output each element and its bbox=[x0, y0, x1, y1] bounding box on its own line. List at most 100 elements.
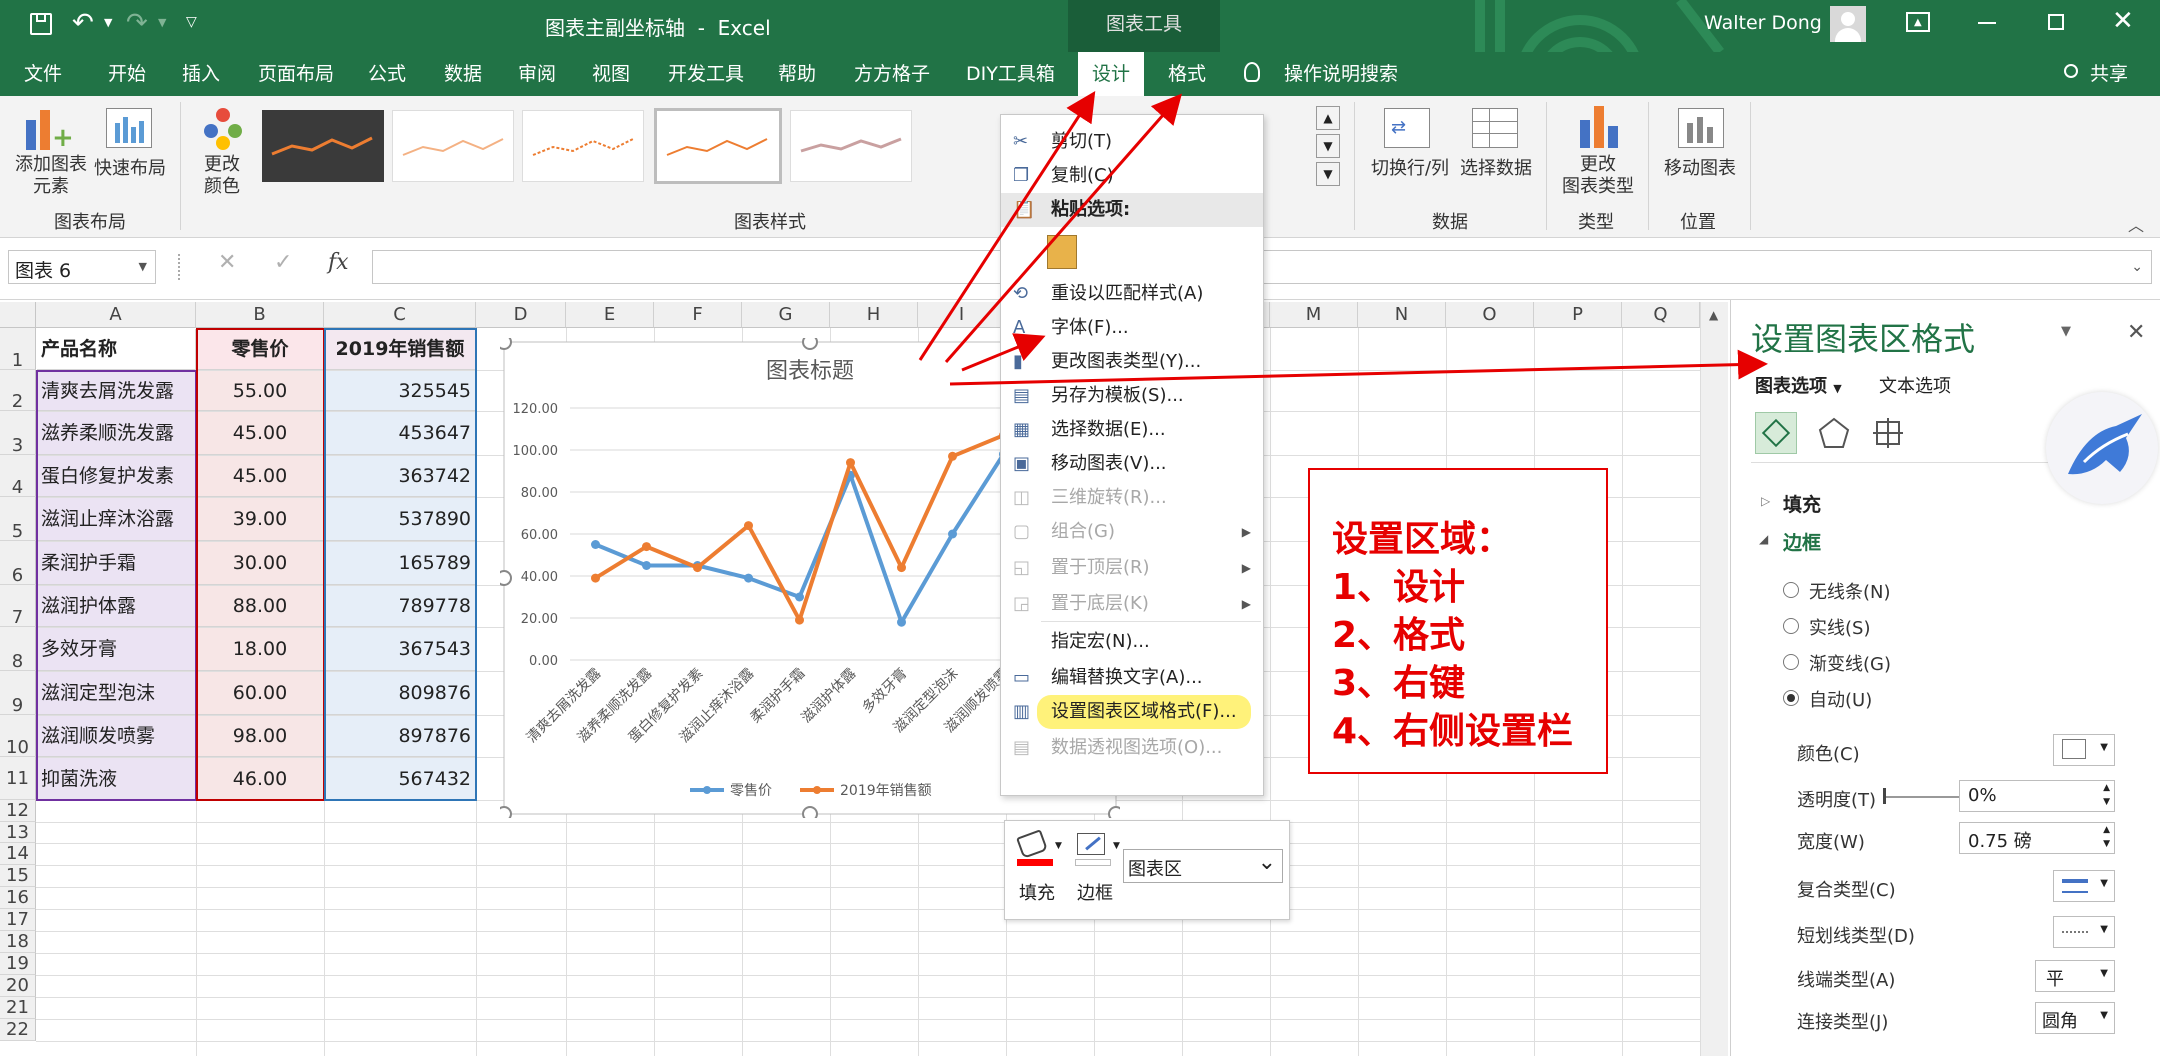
row-header-1[interactable]: 1 bbox=[0, 328, 36, 371]
row-header-2[interactable]: 2 bbox=[0, 370, 36, 412]
context-menu-item[interactable]: ◱ 置于顶层(R) ▶ bbox=[1001, 551, 1263, 585]
row-header-6[interactable]: 6 bbox=[0, 541, 36, 586]
vertical-scrollbar[interactable]: ▲ bbox=[1700, 302, 1728, 1056]
border-label[interactable]: 边框 bbox=[1077, 879, 1113, 905]
column-header-Q[interactable]: Q bbox=[1622, 302, 1700, 328]
resize-handle[interactable] bbox=[802, 806, 818, 818]
row-header-5[interactable]: 5 bbox=[0, 497, 36, 542]
chart-style-5[interactable] bbox=[790, 110, 912, 182]
column-header-F[interactable]: F bbox=[654, 302, 742, 328]
table-cell[interactable]: 45.00 bbox=[197, 456, 324, 497]
tab-chart-options[interactable]: 图表选项 ▼ bbox=[1755, 372, 1842, 398]
row-header-22[interactable]: 22 bbox=[0, 1019, 36, 1041]
table-cell[interactable]: 325545 bbox=[325, 371, 476, 411]
redo-dropdown-icon[interactable]: ▼ bbox=[158, 16, 166, 29]
cancel-icon[interactable]: ✕ bbox=[218, 250, 236, 275]
context-menu-item[interactable]: ✂ 剪切(T) bbox=[1001, 125, 1263, 159]
table-cell[interactable]: 88.00 bbox=[197, 586, 324, 627]
styles-scroll-up-icon[interactable]: ▲ bbox=[1316, 106, 1340, 130]
name-box-dropdown-icon[interactable]: ▼ bbox=[139, 260, 147, 273]
table-cell[interactable]: 363742 bbox=[325, 456, 476, 497]
tab-format[interactable]: 格式 bbox=[1160, 52, 1214, 96]
tab-diy-toolbox[interactable]: DIY工具箱 bbox=[966, 52, 1055, 96]
radio-label[interactable]: 渐变线(G) bbox=[1809, 650, 1891, 676]
radio-label[interactable]: 无线条(N) bbox=[1809, 578, 1891, 604]
fill-label[interactable]: 填充 bbox=[1019, 879, 1055, 905]
table-cell[interactable]: 809876 bbox=[325, 672, 476, 715]
border-section-header[interactable]: 边框 bbox=[1783, 528, 1821, 555]
row-header-11[interactable]: 11 bbox=[0, 757, 36, 800]
row-header-3[interactable]: 3 bbox=[0, 411, 36, 456]
table-cell[interactable]: 柔润护手霜 bbox=[37, 542, 196, 585]
tab-insert[interactable]: 插入 bbox=[182, 52, 220, 96]
context-menu-item[interactable]: ▣ 移动图表(V)... bbox=[1001, 447, 1263, 481]
compound-type-dropdown[interactable]: ▼ bbox=[2053, 870, 2115, 902]
change-colors-button[interactable]: 更改 颜色 bbox=[192, 154, 252, 198]
context-menu-item[interactable]: A 字体(F)... bbox=[1001, 311, 1263, 345]
share-button[interactable]: 共享 bbox=[2090, 52, 2128, 96]
tab-design[interactable]: 设计 bbox=[1078, 52, 1145, 96]
table-cell[interactable]: 367543 bbox=[325, 628, 476, 671]
column-header-N[interactable]: N bbox=[1358, 302, 1446, 328]
effects-pentagon-icon[interactable] bbox=[1817, 416, 1851, 450]
context-menu-item[interactable]: ▢ 组合(G) ▶ bbox=[1001, 515, 1263, 549]
fill-section-header[interactable]: 填充 bbox=[1783, 490, 1821, 517]
transparency-input[interactable]: 0% ▲ ▼ bbox=[1959, 780, 2115, 812]
quick-layout-icon[interactable] bbox=[106, 108, 152, 148]
context-menu-item[interactable]: ▦ 选择数据(E)... bbox=[1001, 413, 1263, 447]
row-header-7[interactable]: 7 bbox=[0, 585, 36, 628]
chart-style-1[interactable] bbox=[262, 110, 384, 182]
table-cell[interactable]: 60.00 bbox=[197, 672, 324, 715]
undo-dropdown-icon[interactable]: ▼ bbox=[104, 16, 112, 29]
row-header-16[interactable]: 16 bbox=[0, 887, 36, 909]
change-chart-type-icon[interactable] bbox=[1576, 106, 1620, 148]
fill-bucket-icon[interactable] bbox=[1016, 829, 1048, 859]
color-picker[interactable]: ▼ bbox=[2053, 734, 2115, 766]
table-cell[interactable]: 789778 bbox=[325, 586, 476, 627]
border-section-collapse-icon[interactable]: ◢ bbox=[1759, 532, 1768, 546]
context-menu-item[interactable]: ⟲ 重设以匹配样式(A) bbox=[1001, 277, 1263, 311]
table-cell[interactable]: 453647 bbox=[325, 412, 476, 455]
column-header-M[interactable]: M bbox=[1270, 302, 1358, 328]
context-menu-item[interactable]: ❐ 复制(C) bbox=[1001, 159, 1263, 193]
row-header-15[interactable]: 15 bbox=[0, 865, 36, 887]
resize-handle[interactable] bbox=[1108, 806, 1120, 818]
chart-style-3[interactable] bbox=[522, 110, 644, 182]
chart-style-2[interactable] bbox=[392, 110, 514, 182]
context-menu-item[interactable]: ▥ 设置图表区域格式(F)... bbox=[1001, 695, 1263, 729]
context-menu-item[interactable]: ▭ 编辑替换文字(A)... bbox=[1001, 661, 1263, 695]
column-header-G[interactable]: G bbox=[742, 302, 830, 328]
fill-dropdown-icon[interactable]: ▼ bbox=[1055, 841, 1062, 851]
tab-review[interactable]: 审阅 bbox=[518, 52, 556, 96]
change-colors-icon[interactable] bbox=[202, 108, 248, 150]
tell-me-search[interactable]: 操作说明搜索 bbox=[1284, 52, 1398, 96]
undo-icon[interactable]: ↶ bbox=[72, 8, 94, 38]
switch-row-column-icon[interactable]: ⇄ bbox=[1384, 108, 1430, 148]
table-cell[interactable]: 98.00 bbox=[197, 716, 324, 757]
row-header-14[interactable]: 14 bbox=[0, 843, 36, 865]
row-header-10[interactable]: 10 bbox=[0, 715, 36, 758]
add-chart-element-button[interactable]: 添加图表 元素 bbox=[8, 154, 94, 198]
formula-expand-icon[interactable]: ⌄ bbox=[2131, 259, 2143, 275]
context-menu-item[interactable]: ▮ 更改图表类型(Y)... bbox=[1001, 345, 1263, 379]
spin-icon[interactable]: ▲ ▼ bbox=[2103, 823, 2110, 851]
row-header-17[interactable]: 17 bbox=[0, 909, 36, 931]
tab-text-options[interactable]: 文本选项 bbox=[1879, 372, 1951, 398]
move-chart-icon[interactable] bbox=[1678, 108, 1724, 148]
pane-options-dropdown-icon[interactable]: ▼ bbox=[2061, 324, 2071, 339]
row-header-9[interactable]: 9 bbox=[0, 671, 36, 716]
table-header-cell[interactable]: 产品名称 bbox=[37, 329, 196, 370]
quick-layout-button[interactable]: 快速布局 bbox=[92, 154, 168, 180]
row-header-19[interactable]: 19 bbox=[0, 953, 36, 975]
radio-button[interactable] bbox=[1783, 618, 1799, 634]
ribbon-display-icon[interactable]: ▲ bbox=[1906, 12, 1930, 32]
enter-icon[interactable]: ✓ bbox=[274, 250, 292, 275]
width-input[interactable]: 0.75 磅 ▲ ▼ bbox=[1959, 822, 2115, 854]
column-header-D[interactable]: D bbox=[476, 302, 566, 328]
tab-file[interactable]: 文件 bbox=[24, 52, 62, 96]
row-header-8[interactable]: 8 bbox=[0, 627, 36, 672]
select-all-corner[interactable] bbox=[0, 302, 36, 328]
select-data-icon[interactable] bbox=[1472, 108, 1518, 148]
tab-ffgz[interactable]: 方方格子 bbox=[854, 52, 930, 96]
redo-icon[interactable]: ↷ bbox=[126, 8, 148, 38]
